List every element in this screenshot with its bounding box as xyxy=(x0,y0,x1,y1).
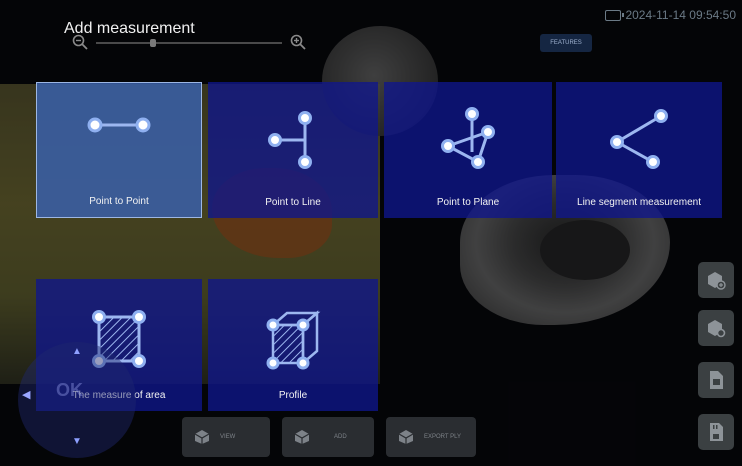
export-ply-button[interactable]: EXPORT PLY xyxy=(386,417,476,457)
joystick-ok-button[interactable]: OK xyxy=(56,380,83,401)
point-to-point-icon xyxy=(87,117,151,133)
measurement-point-to-point[interactable]: Point to Point xyxy=(36,82,202,218)
document-button[interactable] xyxy=(698,362,734,398)
measurement-label: Point to Plane xyxy=(436,197,500,208)
export-ply-button-label: EXPORT PLY xyxy=(424,434,462,440)
point-to-line-icon xyxy=(268,111,312,169)
document-icon xyxy=(710,371,723,389)
cube-add-icon xyxy=(294,430,310,444)
profile-icon xyxy=(266,310,321,370)
measurement-label: Profile xyxy=(278,390,308,401)
model-settings-button[interactable] xyxy=(698,310,734,346)
line-segment-icon xyxy=(610,109,668,169)
point-to-plane-icon xyxy=(441,107,495,169)
zoom-slider[interactable] xyxy=(96,39,282,47)
status-datetime: 2024-11-14 09:54:50 xyxy=(625,8,736,22)
storage-button[interactable] xyxy=(698,414,734,450)
cube-plus-icon xyxy=(708,272,726,290)
measurement-label: Point to Point xyxy=(89,196,149,207)
cube-settings-icon xyxy=(708,320,726,338)
joystick-up-icon[interactable]: ▲ xyxy=(72,346,82,357)
sd-card-icon xyxy=(710,423,723,441)
status-bar: 2024-11-14 09:54:50 xyxy=(605,8,736,22)
add-model-button[interactable] xyxy=(698,262,734,298)
zoom-in-icon[interactable] xyxy=(290,34,308,52)
joystick-left-icon[interactable]: ◀ xyxy=(22,388,30,401)
view-button[interactable]: VIEW xyxy=(182,417,270,457)
cube-export-icon xyxy=(398,430,414,444)
measurement-profile[interactable]: Profile xyxy=(208,279,378,411)
features-button[interactable]: FEATURES xyxy=(540,34,592,52)
measurement-point-to-plane[interactable]: Point to Plane xyxy=(384,82,552,218)
measurement-label: Line segment measurement xyxy=(577,197,701,208)
zoom-out-icon[interactable] xyxy=(72,34,90,52)
add-button[interactable]: ADD xyxy=(282,417,374,457)
measurement-label: Point to Line xyxy=(265,197,321,208)
view-button-label: VIEW xyxy=(220,434,236,440)
battery-icon xyxy=(605,9,625,21)
add-button-label: ADD xyxy=(334,434,347,440)
measurement-line-segment[interactable]: Line segment measurement xyxy=(556,82,722,218)
cube-view-icon xyxy=(194,430,210,444)
joystick-down-icon[interactable]: ▼ xyxy=(72,436,82,447)
measurement-point-to-line[interactable]: Point to Line xyxy=(208,82,378,218)
zoom-slider-thumb[interactable] xyxy=(150,39,156,47)
